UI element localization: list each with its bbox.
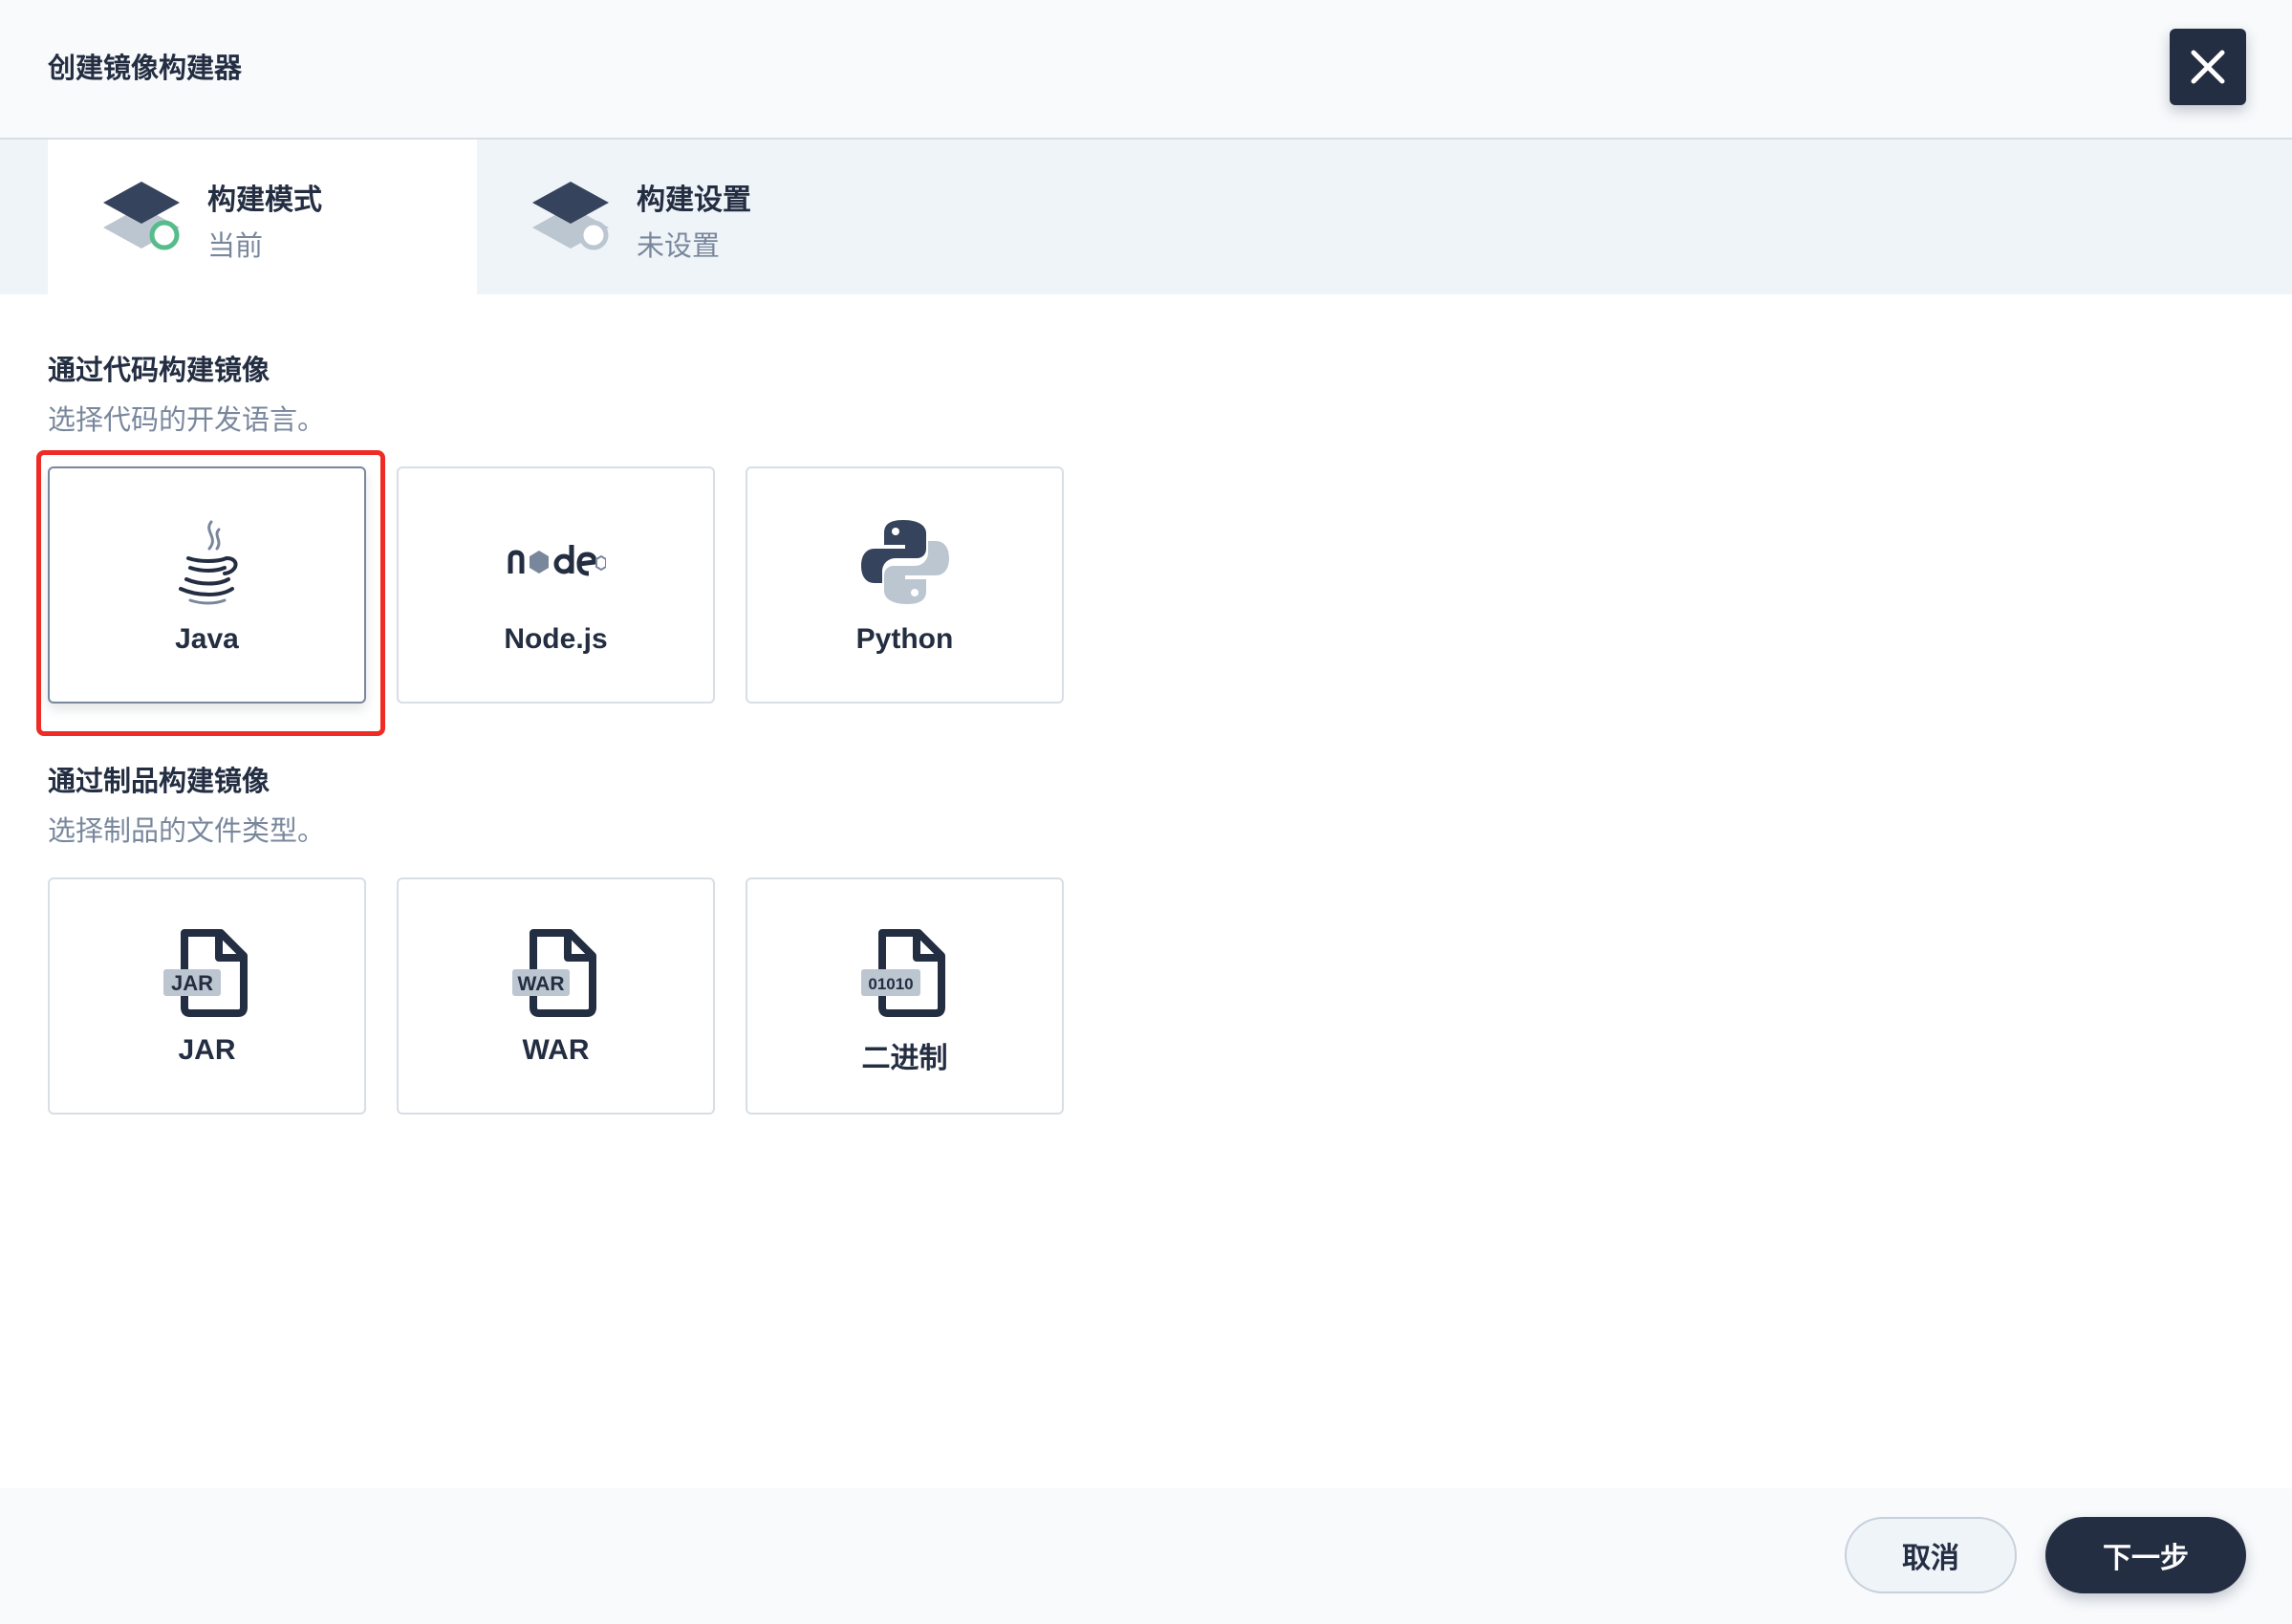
option-python[interactable]: Python [746, 466, 1064, 704]
layers-icon [103, 182, 180, 250]
option-label: Java [175, 623, 239, 655]
layers-icon [532, 182, 609, 250]
option-binary[interactable]: 01010 二进制 [746, 877, 1064, 1115]
close-button[interactable] [2170, 29, 2246, 105]
step-build-mode[interactable]: 构建模式 当前 [48, 140, 477, 294]
code-section-title: 通过代码构建镜像 [48, 356, 270, 386]
step-name: 构建模式 [207, 184, 322, 216]
step-build-settings[interactable]: 构建设置 未设置 [477, 140, 906, 294]
option-label: JAR [178, 1034, 236, 1066]
option-nodejs[interactable]: Node.js [397, 466, 715, 704]
option-jar[interactable]: JAR JAR [48, 877, 366, 1115]
war-file-icon: WAR [511, 929, 596, 1017]
option-label: 二进制 [861, 1043, 948, 1074]
step-bar: 构建模式 当前 构建设置 未设置 [0, 140, 2292, 294]
option-war[interactable]: WAR WAR [397, 877, 715, 1115]
modal-header: 创建镜像构建器 [0, 0, 2292, 140]
close-icon [2191, 50, 2225, 84]
step-name: 构建设置 [637, 184, 751, 216]
nodejs-icon [508, 545, 606, 576]
step-status: 当前 [207, 231, 264, 262]
option-label: Node.js [504, 623, 608, 655]
file-badge: JAR [170, 971, 212, 995]
artifact-section-desc: 选择制品的文件类型。 [48, 816, 326, 847]
next-button[interactable]: 下一步 [2045, 1517, 2246, 1593]
cancel-button[interactable]: 取消 [1845, 1517, 2017, 1593]
file-badge: WAR [517, 973, 564, 995]
jar-file-icon: JAR [162, 929, 248, 1017]
python-icon [860, 520, 949, 604]
file-badge: 01010 [868, 975, 913, 993]
binary-file-icon: 01010 [860, 929, 945, 1017]
code-section-desc: 选择代码的开发语言。 [48, 405, 326, 436]
artifact-section-title: 通过制品构建镜像 [48, 767, 270, 797]
step-status: 未设置 [637, 231, 721, 262]
java-icon [178, 520, 237, 605]
modal-title: 创建镜像构建器 [48, 54, 243, 84]
create-image-builder-modal: 创建镜像构建器 构建模式 当前 构建设置 未设置 通过代码构建镜像 选择代码的开… [0, 0, 2292, 1624]
option-label: Python [855, 623, 954, 655]
option-java[interactable]: Java [48, 466, 366, 704]
modal-footer: 取消 下一步 [0, 1488, 2292, 1624]
option-label: WAR [522, 1034, 590, 1066]
